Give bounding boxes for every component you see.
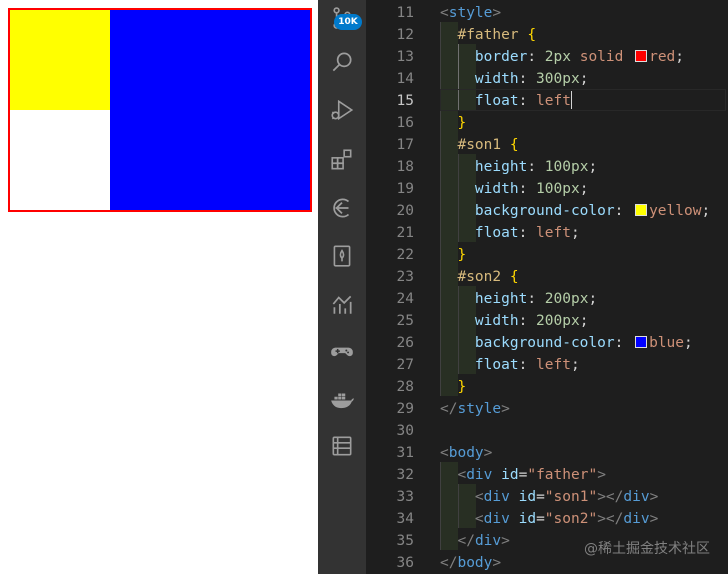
line-number: 36 (396, 555, 414, 571)
line-number: 32 (396, 467, 414, 483)
line-number: 15 (396, 93, 414, 109)
line-number: 11 (396, 5, 414, 21)
line-number: 24 (396, 291, 414, 307)
color-swatch-icon[interactable] (635, 204, 648, 216)
code-text: #son1 { (457, 137, 519, 153)
code-editor[interactable]: 11 <style> 12 #father {13 border: 2px soli… (366, 0, 728, 574)
line-number: 29 (396, 401, 414, 417)
code-line[interactable]: 34 <div id="son2"></div> (366, 508, 728, 530)
code-text: <div id="father"> (457, 467, 606, 483)
code-text: height: 100px; (474, 159, 598, 175)
son1-box (10, 10, 110, 110)
code-text: float: left; (474, 225, 580, 241)
line-number: 12 (396, 27, 414, 43)
code-line[interactable]: 27 float: left; (366, 354, 728, 376)
line-number: 27 (396, 357, 414, 373)
code-text: border: 2px solid red; (474, 49, 685, 65)
code-text: </div> (457, 533, 510, 549)
code-text: height: 200px; (474, 291, 598, 307)
code-line[interactable]: 19 width: 100px; (366, 178, 728, 200)
code-line[interactable]: 15 float: left (366, 90, 728, 112)
code-line[interactable]: 28 } (366, 376, 728, 398)
activity-bar: 10K (318, 0, 366, 574)
line-number: 28 (396, 379, 414, 395)
code-text: } (457, 115, 467, 131)
son2-box (110, 10, 310, 210)
line-number: 13 (396, 49, 414, 65)
line-number: 25 (396, 313, 414, 329)
line-number: 34 (396, 511, 414, 527)
watermark: @稀土掘金技术社区 (584, 541, 710, 557)
code-line[interactable]: 30 (366, 420, 728, 442)
code-line[interactable]: 14 width: 300px; (366, 68, 728, 90)
line-number: 16 (396, 115, 414, 131)
line-number: 19 (396, 181, 414, 197)
code-text: <style> (440, 5, 502, 21)
code-line[interactable]: 22 } (366, 244, 728, 266)
code-text: } (457, 247, 467, 263)
line-number: 30 (396, 423, 414, 439)
code-text: #son2 { (457, 269, 519, 285)
code-line[interactable]: 17 #son1 { (366, 134, 728, 156)
code-text: <div id="son1"></div> (474, 489, 659, 505)
code-text: } (457, 379, 467, 395)
code-line[interactable]: 21 float: left; (366, 222, 728, 244)
line-number: 23 (396, 269, 414, 285)
line-number: 20 (396, 203, 414, 219)
line-number: 26 (396, 335, 414, 351)
code-line[interactable]: 12 #father { (366, 24, 728, 46)
code-text: <div id="son2"></div> (474, 511, 659, 527)
bookmark-icon[interactable] (328, 242, 356, 270)
color-swatch-icon[interactable] (635, 50, 648, 62)
line-number: 14 (396, 71, 414, 87)
search-icon[interactable] (328, 48, 356, 76)
code-line[interactable]: 18 height: 100px; (366, 156, 728, 178)
gamepad-icon[interactable] (328, 338, 356, 366)
code-line[interactable]: 16 } (366, 112, 728, 134)
code-line[interactable]: 33 <div id="son1"></div> (366, 486, 728, 508)
code-text: width: 200px; (474, 313, 589, 329)
code-text: width: 300px; (474, 71, 589, 87)
code-text: float: left (474, 91, 572, 109)
father-box (8, 8, 312, 212)
line-number: 17 (396, 137, 414, 153)
text-cursor (570, 91, 572, 109)
code-text: float: left; (474, 357, 580, 373)
line-number: 35 (396, 533, 414, 549)
code-line[interactable]: 32 <div id="father"> (366, 464, 728, 486)
code-line[interactable]: 23 #son2 { (366, 266, 728, 288)
timeline-chart-icon[interactable] (328, 290, 356, 318)
code-text: background-color: yellow; (474, 203, 711, 219)
line-number: 21 (396, 225, 414, 241)
line-number: 18 (396, 159, 414, 175)
code-line[interactable]: 13 border: 2px solid red; (366, 46, 728, 68)
code-text: background-color: blue; (474, 335, 693, 351)
browser-preview (0, 0, 318, 574)
run-debug-icon[interactable] (328, 96, 356, 124)
docker-icon[interactable] (328, 386, 356, 414)
code-line[interactable]: 11 <style> (366, 2, 728, 24)
line-number: 31 (396, 445, 414, 461)
list-icon[interactable] (328, 432, 356, 460)
code-line[interactable]: 26 background-color: blue; (366, 332, 728, 354)
code-text: </body> (440, 555, 502, 571)
remote-explorer-icon[interactable] (328, 194, 356, 222)
code-line[interactable]: 24 height: 200px; (366, 288, 728, 310)
code-text: </style> (440, 401, 510, 417)
code-line[interactable]: 25 width: 200px; (366, 310, 728, 332)
color-swatch-icon[interactable] (635, 336, 648, 348)
code-text: #father { (457, 27, 537, 43)
source-control-badge: 10K (334, 14, 362, 30)
line-number: 22 (396, 247, 414, 263)
code-text: width: 100px; (474, 181, 589, 197)
code-line[interactable]: 29 </style> (366, 398, 728, 420)
code-line[interactable]: 31 <body> (366, 442, 728, 464)
code-text: <body> (440, 445, 493, 461)
code-line[interactable]: 20 background-color: yellow; (366, 200, 728, 222)
line-number: 33 (396, 489, 414, 505)
extensions-icon[interactable] (328, 146, 356, 174)
